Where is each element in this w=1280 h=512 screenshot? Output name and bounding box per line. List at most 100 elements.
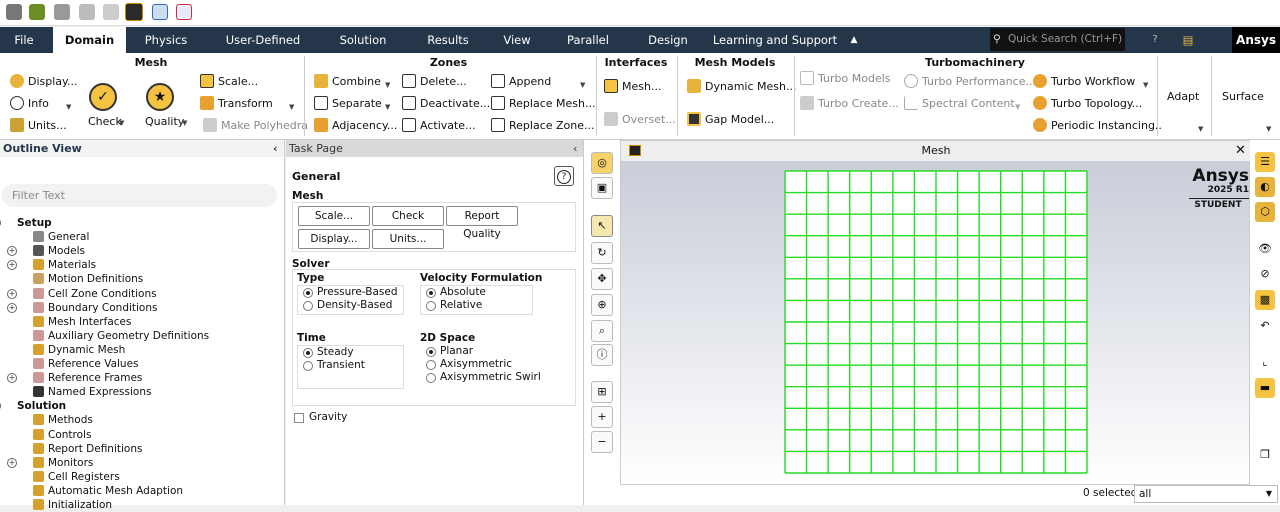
turbo-create-button[interactable]: Turbo Create... (800, 95, 899, 113)
refresh-icon[interactable] (79, 4, 95, 20)
plot-icon[interactable]: ⌞ (1255, 352, 1275, 372)
colormap-icon[interactable]: ▬ (1255, 378, 1275, 398)
probe-info-icon[interactable]: ⓘ (591, 344, 613, 366)
surface-dropdown-icon[interactable]: ▼ (1266, 125, 1271, 133)
scale-button[interactable]: Scale... (200, 73, 258, 91)
workbench-icon[interactable] (125, 3, 143, 21)
separate-button[interactable]: Separate (314, 95, 382, 113)
pressure-based-radio[interactable] (303, 288, 313, 298)
tree-setup[interactable]: Setup (17, 216, 52, 230)
task-units-button[interactable]: Units... (372, 229, 444, 249)
turbo-workflow-button[interactable]: Turbo Workflow (1033, 73, 1135, 91)
zoom-in-icon[interactable]: + (591, 406, 613, 428)
save-case-icon[interactable] (54, 4, 70, 20)
quality-dropdown-icon[interactable]: ▼ (182, 119, 187, 127)
tab-solution[interactable]: Solution (333, 27, 393, 53)
tree-solution-item[interactable]: Report Definitions (33, 442, 142, 456)
undo-view-icon[interactable]: ↶ (1255, 316, 1275, 336)
replace-zone-button[interactable]: Replace Zone... (491, 117, 595, 135)
gravity-checkbox[interactable] (294, 413, 304, 423)
expand-toggle-icon[interactable]: + (7, 302, 17, 313)
tab-domain[interactable]: Domain (53, 27, 126, 53)
periodic-instancing-button[interactable]: Periodic Instancing.. (1033, 117, 1162, 135)
tab-design[interactable]: Design (642, 27, 694, 53)
axisymmetric-radio[interactable] (426, 360, 436, 370)
transform-button[interactable]: Transform (200, 95, 273, 113)
zoom-region-icon[interactable]: ⊕ (591, 294, 613, 316)
tab-results[interactable]: Results (418, 27, 478, 53)
display-mesh-icon[interactable]: ◎ (591, 152, 613, 174)
turbo-models-button[interactable]: Turbo Models (800, 70, 891, 88)
interfaces-mesh-button[interactable]: Mesh... (604, 78, 661, 96)
quality-button[interactable]: Quality (145, 113, 184, 131)
new-case-icon[interactable] (6, 4, 22, 20)
tree-setup-item[interactable]: Reference Values (33, 357, 139, 371)
tree-setup-item[interactable]: Mesh Interfaces (33, 315, 131, 329)
turbo-topology-button[interactable]: Turbo Topology... (1033, 95, 1142, 113)
make-polyhedra-button[interactable]: Make Polyhedra (203, 117, 308, 135)
tree-solution-item[interactable]: Controls (33, 428, 91, 442)
combine-button[interactable]: Combine (314, 73, 381, 91)
copy-icon[interactable]: ❐ (1255, 445, 1275, 465)
transparency-icon[interactable]: ▩ (1255, 290, 1275, 310)
fit-to-window-icon[interactable]: ⊞ (591, 381, 613, 403)
transform-dropdown-icon[interactable]: ▼ (289, 103, 294, 111)
tab-file[interactable]: File (0, 27, 48, 53)
tab-view[interactable]: View (496, 27, 538, 53)
hide-icon[interactable]: ⊘ (1255, 264, 1275, 284)
help-button[interactable]: ? (554, 166, 574, 186)
turbo-workflow-dropdown-icon[interactable]: ▼ (1143, 81, 1148, 89)
expand-toggle-icon[interactable]: + (7, 260, 17, 271)
visibility-icon[interactable]: 👁 (1255, 239, 1275, 259)
expand-toggle-icon[interactable]: + (7, 288, 17, 299)
tree-solution-item[interactable]: Automatic Mesh Adaption (33, 484, 183, 498)
surface-button[interactable]: Surface (1222, 88, 1264, 106)
append-button[interactable]: Append (491, 73, 551, 91)
task-scale-button[interactable]: Scale... (298, 206, 370, 226)
separate-dropdown-icon[interactable]: ▼ (385, 103, 390, 111)
pan-icon[interactable]: ✥ (591, 268, 613, 290)
task-check-button[interactable]: Check (372, 206, 444, 226)
check-dropdown-icon[interactable]: ▼ (119, 119, 124, 127)
tree-setup-item[interactable]: Dynamic Mesh (33, 343, 125, 357)
planar-radio[interactable] (426, 347, 436, 357)
lightning-icon[interactable] (103, 4, 119, 20)
tree-setup-item[interactable]: Auxiliary Geometry Definitions (33, 329, 209, 343)
info-dropdown-icon[interactable]: ▼ (66, 103, 71, 111)
mesh-units-button[interactable]: Units... (10, 117, 67, 135)
parameters-icon[interactable] (152, 4, 168, 20)
collapse-ribbon-icon[interactable]: ▲ (846, 27, 862, 53)
tree-solution-item[interactable]: Cell Registers (33, 470, 120, 484)
tree-solution-item[interactable]: Monitors (33, 456, 93, 470)
steady-radio[interactable] (303, 348, 313, 358)
collapse-panel-icon[interactable]: ‹ (273, 140, 278, 157)
zoom-out-icon[interactable]: − (591, 431, 613, 453)
quality-icon[interactable]: ★ (146, 83, 174, 111)
tree-setup-item[interactable]: Reference Frames (33, 371, 142, 385)
tab-learning-and-support[interactable]: Learning and Support (712, 27, 838, 53)
overset-button[interactable]: Overset... (604, 111, 676, 129)
search-input[interactable]: ⚲ Quick Search (Ctrl+F) (990, 28, 1125, 51)
tree-setup-item[interactable]: Named Expressions (33, 385, 151, 399)
adjacency-button[interactable]: Adjacency... (314, 117, 397, 135)
mesh-info-button[interactable]: Info (10, 95, 49, 113)
spectral-content-button[interactable]: Spectral Content (904, 95, 1015, 113)
append-dropdown-icon[interactable]: ▼ (580, 81, 585, 89)
mesh-display-button[interactable]: Display... (10, 73, 77, 91)
expand-toggle-icon[interactable]: − (0, 401, 1, 412)
adapt-dropdown-icon[interactable]: ▼ (1198, 125, 1203, 133)
combine-dropdown-icon[interactable]: ▼ (385, 81, 390, 89)
expand-toggle-icon[interactable]: + (7, 457, 17, 468)
help-icon[interactable]: ? (1147, 27, 1163, 53)
collapse-task-icon[interactable]: ‹ (573, 140, 577, 157)
dynamic-mesh-button[interactable]: Dynamic Mesh... (687, 78, 796, 96)
turbo-performance-button[interactable]: Turbo Performance... (904, 73, 1036, 91)
relative-radio[interactable] (426, 301, 436, 311)
read-case-icon[interactable] (29, 4, 45, 20)
replace-mesh-button[interactable]: Replace Mesh... (491, 95, 595, 113)
design-icon[interactable] (176, 4, 192, 20)
activate-button[interactable]: Activate... (402, 117, 476, 135)
tab-physics[interactable]: Physics (134, 27, 198, 53)
report-quality-button[interactable]: Report Quality (446, 206, 518, 240)
tree-setup-item[interactable]: Boundary Conditions (33, 301, 157, 315)
